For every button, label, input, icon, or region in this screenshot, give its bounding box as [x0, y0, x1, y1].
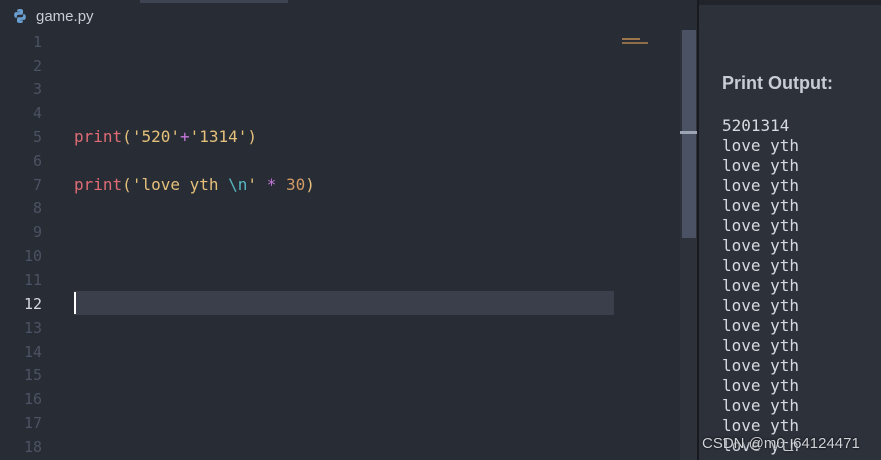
output-line: love yth	[722, 336, 800, 355]
line-number: 14	[23, 343, 42, 361]
output-line: love yth	[722, 156, 800, 175]
tab-indicator	[140, 0, 288, 3]
current-line-highlight	[74, 291, 614, 315]
paren-open: (	[122, 175, 132, 194]
output-line: love yth	[722, 196, 800, 215]
output-line: love yth	[722, 256, 800, 275]
text-cursor	[74, 292, 76, 314]
output-line: love yth	[722, 236, 800, 255]
output-line: love yth	[722, 296, 800, 315]
escape-sequence: \n	[228, 175, 248, 194]
string-literal: 'love yth	[131, 175, 229, 194]
line-number: 8	[32, 199, 42, 217]
line-number: 6	[32, 152, 42, 170]
line-number: 9	[32, 223, 42, 241]
output-line: love yth	[722, 176, 800, 195]
output-line: love yth	[722, 396, 800, 415]
print-keyword: print	[74, 175, 123, 194]
output-line: love yth	[722, 356, 800, 375]
line-number: 1	[32, 33, 42, 51]
line-number: 17	[23, 414, 42, 432]
tab-bar: game.py	[0, 0, 697, 32]
python-icon	[12, 8, 28, 24]
line-number-active: 12	[23, 295, 42, 313]
scrollbar-thumb[interactable]	[682, 30, 696, 238]
code-editor[interactable]: game.py 1 2 3 4 5 6 7 8 9 10 11 12 13 14…	[0, 0, 697, 460]
paren-open: (	[122, 127, 132, 146]
print-keyword: print	[74, 127, 123, 146]
print-output-panel: Print Output: 5201314 love yth love yth …	[699, 0, 881, 460]
string-quote: '	[247, 175, 258, 194]
output-line: love yth	[722, 136, 800, 155]
code-line-5[interactable]: print('520'+'1314')	[74, 125, 257, 149]
line-number: 13	[23, 319, 42, 337]
output-line: love yth	[722, 276, 800, 295]
line-number: 15	[23, 366, 42, 384]
code-line-7[interactable]: print('love yth \n' * 30)	[74, 173, 315, 197]
multiply-operator: *	[266, 175, 277, 194]
line-number: 16	[23, 390, 42, 408]
line-number: 11	[23, 271, 42, 289]
line-number: 7	[32, 176, 42, 194]
plus-operator: +	[179, 127, 190, 146]
string-literal: '520'	[131, 127, 180, 146]
paren-close: )	[305, 175, 315, 194]
scrollbar-cursor-marker	[680, 131, 697, 134]
minimap-line	[622, 42, 648, 44]
output-title: Print Output:	[722, 73, 833, 93]
tab-filename: game.py	[36, 7, 94, 25]
line-number: 10	[23, 247, 42, 265]
output-line: love yth	[722, 376, 800, 395]
paren-close: )	[247, 127, 258, 146]
line-number: 2	[32, 57, 42, 75]
tab-game-py[interactable]: game.py	[0, 0, 94, 32]
output-line: love yth	[722, 316, 800, 335]
output-header-strip	[699, 0, 881, 5]
output-line: 5201314	[722, 116, 790, 135]
line-number: 18	[23, 438, 42, 456]
line-number: 4	[32, 104, 42, 122]
output-line: love yth	[722, 216, 800, 235]
minimap[interactable]	[620, 37, 650, 47]
output-lines: 5201314 love yth love yth love yth love …	[722, 116, 799, 456]
minimap-line	[622, 38, 640, 40]
line-number: 5	[32, 128, 42, 146]
output-line: love yth	[722, 416, 800, 435]
watermark: CSDN @m0_64124471	[702, 435, 860, 452]
number-literal: 30	[285, 175, 306, 194]
string-literal: '1314'	[189, 127, 248, 146]
line-number: 3	[32, 80, 42, 98]
